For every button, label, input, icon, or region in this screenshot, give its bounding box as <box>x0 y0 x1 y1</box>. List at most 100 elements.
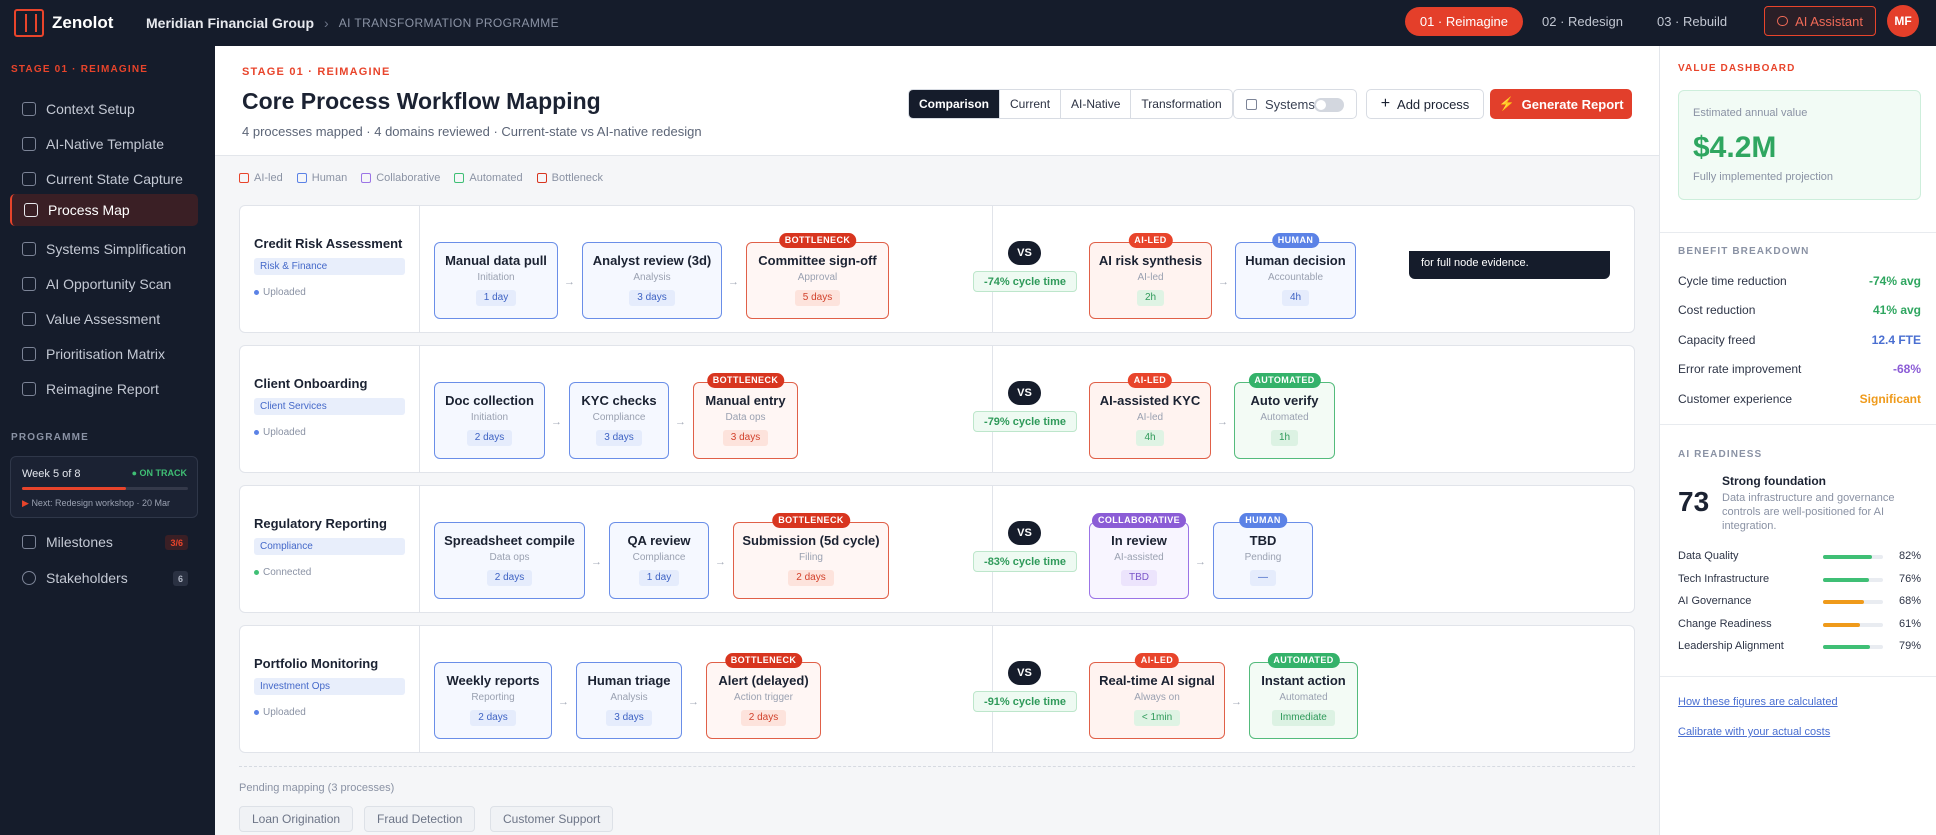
process-node-bottleneck[interactable]: BOTTLENECK Alert (delayed) Action trigger 2… <box>706 653 821 739</box>
view-tab-comparison[interactable]: Comparison <box>909 90 1001 118</box>
sidebar-item-systems-simplification[interactable]: Systems Simplification <box>10 233 198 265</box>
pending-process-chip[interactable]: Loan Origination <box>239 806 354 832</box>
week-progress-fill <box>22 487 126 490</box>
node-title: Manual data pull <box>445 253 547 268</box>
node-duration: — <box>1250 570 1276 586</box>
node-duration: 2 days <box>486 570 533 586</box>
process-row-client-onboarding[interactable]: Client Onboarding Client Services Upload… <box>239 345 1635 473</box>
view-tab-current[interactable]: Current <box>1000 90 1062 118</box>
benefit-row: Cost reduction 41% avg <box>1678 303 1921 317</box>
legend-item: Human <box>296 172 347 184</box>
process-row-regulatory-reporting[interactable]: Regulatory Reporting Compliance Connecte… <box>239 485 1635 613</box>
brand-logo[interactable]: Zenolot <box>14 9 132 37</box>
add-process-button[interactable]: + Add process <box>1366 89 1484 119</box>
process-node-human[interactable]: HUMAN Human decision Accountable 4h <box>1235 233 1356 319</box>
systems-switch[interactable] <box>1314 98 1344 112</box>
systems-toggle[interactable]: Systems <box>1233 89 1357 119</box>
node-stage: Analysis <box>633 272 671 283</box>
legend-swatch <box>536 173 547 183</box>
sidebar-item-current-state-capture[interactable]: Current State Capture <box>10 163 198 195</box>
process-node-bottleneck[interactable]: BOTTLENECK Manual entry Data ops 3 days <box>693 373 798 459</box>
ai-assistant-button[interactable]: AI Assistant <box>1764 6 1876 36</box>
node-stage: Approval <box>797 272 838 283</box>
sidebar-item-reimagine-report[interactable]: Reimagine Report <box>10 373 198 405</box>
sparkle-icon <box>22 137 36 151</box>
sidebar-item-ai-opportunity-scan[interactable]: AI Opportunity Scan <box>10 268 198 300</box>
process-node[interactable]: QA review Compliance 1 day <box>609 522 709 599</box>
generate-report-button[interactable]: ⚡ Generate Report <box>1490 89 1632 119</box>
comparison-divider <box>992 206 993 332</box>
status-text: Uploaded <box>263 427 306 438</box>
process-node[interactable]: Analyst review (3d) Analysis 3 days <box>582 242 722 319</box>
sidebar-item-stakeholders[interactable]: Stakeholders 6 <box>10 562 198 594</box>
pending-process-chip[interactable]: Customer Support <box>490 806 614 832</box>
process-node[interactable]: Human triage Analysis 3 days <box>576 662 682 739</box>
report-icon <box>22 382 36 396</box>
node-duration: < 1min <box>1133 710 1181 726</box>
estimated-value-card: Estimated annual value $4.2M Fully imple… <box>1678 90 1921 200</box>
node-title: Committee sign-off <box>758 253 877 268</box>
human-badge: HUMAN <box>1271 233 1320 248</box>
sidebar: STAGE 01 · REIMAGINE Context Setup AI-Na… <box>0 46 215 835</box>
breadcrumb-separator: › <box>324 15 329 31</box>
readiness-bar <box>1823 645 1883 649</box>
map-icon <box>24 203 38 217</box>
arrow-icon: → <box>728 276 739 288</box>
stage-tab-reimagine[interactable]: 01 · Reimagine <box>1404 6 1524 36</box>
legend: AI-led Human Collaborative Automated Bot… <box>239 172 617 184</box>
sidebar-item-milestones[interactable]: Milestones 3/6 <box>10 526 198 558</box>
process-node[interactable]: Spreadsheet compile Data ops 2 days <box>434 522 585 599</box>
node-duration: 3 days <box>629 290 675 306</box>
node-title: Spreadsheet compile <box>444 533 575 548</box>
status-dot <box>254 430 259 435</box>
legend-swatch <box>361 173 372 183</box>
process-node-automated[interactable]: AUTOMATED Instant action Automated Immediat… <box>1249 653 1358 739</box>
legend-item: AI-led <box>239 172 283 184</box>
benefit-value: -68% <box>1892 362 1921 376</box>
readiness-label: AI Governance <box>1678 595 1752 607</box>
readiness-summary-title: Strong foundation <box>1722 474 1826 488</box>
process-node[interactable]: KYC checks Compliance 3 days <box>569 382 669 459</box>
view-tab-transformation[interactable]: Transformation <box>1131 90 1231 118</box>
process-node-automated[interactable]: AUTOMATED Auto verify Automated 1h <box>1234 373 1335 459</box>
process-node-collaborative[interactable]: COLLABORATIVE In review AI-assisted TBD <box>1089 513 1189 599</box>
sidebar-item-context-setup[interactable]: Context Setup <box>10 93 198 125</box>
node-title: Doc collection <box>445 393 534 408</box>
process-node[interactable]: Doc collection Initiation 2 days <box>434 382 545 459</box>
calculation-info-link[interactable]: How these figures are calculated <box>1678 696 1838 708</box>
stage-tab-redesign[interactable]: 02 · Redesign <box>1527 7 1638 36</box>
bottleneck-badge: BOTTLENECK <box>778 233 857 248</box>
status-text: Uploaded <box>263 707 306 718</box>
sidebar-item-value-assessment[interactable]: Value Assessment <box>10 303 198 335</box>
view-tab-ai-native[interactable]: AI-Native <box>1061 90 1132 118</box>
process-node-bottleneck[interactable]: BOTTLENECK Committee sign-off Approval 5 da… <box>746 233 889 319</box>
stage-nav: 01 · Reimagine 02 · Redesign 03 · Rebuil… <box>1401 6 1876 36</box>
calibrate-costs-link[interactable]: Calibrate with your actual costs <box>1678 726 1830 738</box>
benefit-value: 41% avg <box>1872 303 1921 317</box>
pending-process-chip[interactable]: Fraud Detection <box>364 806 476 832</box>
sidebar-item-ai-native-template[interactable]: AI-Native Template <box>10 128 198 160</box>
brand-name: Zenolot <box>52 13 114 32</box>
process-node-human[interactable]: HUMAN TBD Pending — <box>1213 513 1313 599</box>
process-node-ai-led[interactable]: AI-LED Real-time AI signal Always on < 1min <box>1089 653 1225 739</box>
arrow-icon: → <box>715 556 726 568</box>
status-dot <box>254 290 259 295</box>
process-node[interactable]: Weekly reports Reporting 2 days <box>434 662 552 739</box>
process-node-bottleneck[interactable]: BOTTLENECK Submission (5d cycle) Filing 2 d… <box>733 513 889 599</box>
avatar[interactable]: MF <box>1887 5 1919 37</box>
cycle-time-badge: -83% cycle time <box>973 551 1077 572</box>
status-text: Uploaded <box>263 287 306 298</box>
sidebar-item-label: AI Opportunity Scan <box>46 276 172 292</box>
node-title: KYC checks <box>581 393 657 408</box>
process-node[interactable]: Manual data pull Initiation 1 day <box>434 242 558 319</box>
sidebar-item-prioritisation-matrix[interactable]: Prioritisation Matrix <box>10 338 198 370</box>
process-node-ai-led[interactable]: AI-LED AI-assisted KYC AI-led 4h <box>1089 373 1211 459</box>
node-duration: 4h <box>1281 290 1310 306</box>
sidebar-item-process-map[interactable]: Process Map <box>10 194 198 226</box>
stage-tab-rebuild[interactable]: 03 · Rebuild <box>1642 7 1742 36</box>
arrow-icon: → <box>1195 556 1206 568</box>
process-node-ai-led[interactable]: AI-LED AI risk synthesis AI-led 2h <box>1089 233 1212 319</box>
process-row-portfolio-monitoring[interactable]: Portfolio Monitoring Investment Ops Uplo… <box>239 625 1635 753</box>
org-name[interactable]: Meridian Financial Group <box>146 15 314 31</box>
node-stage: Accountable <box>1267 272 1324 283</box>
